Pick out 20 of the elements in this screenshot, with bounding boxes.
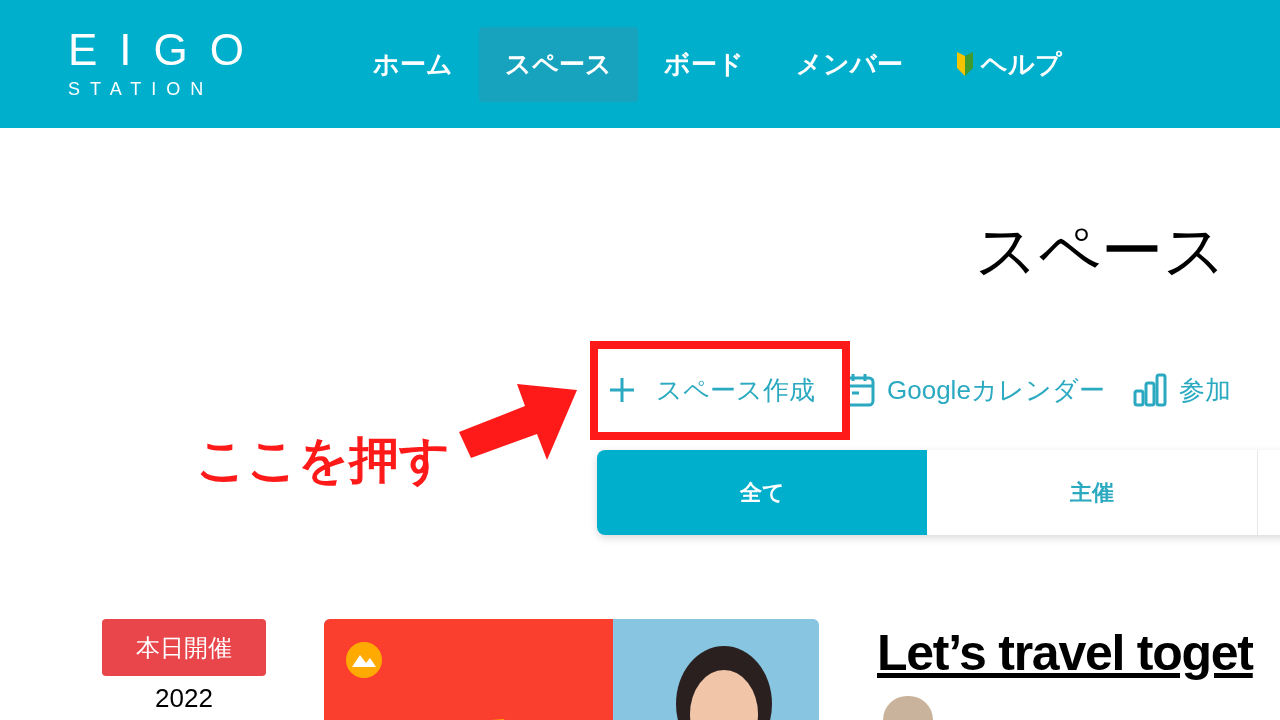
stats-link[interactable]: 参加	[1132, 370, 1231, 410]
filter-tab[interactable]: 主催	[927, 450, 1257, 535]
calendar-link[interactable]: Googleカレンダー	[843, 370, 1105, 410]
nav-tab[interactable]: スペース	[479, 26, 638, 102]
create-space-link[interactable]: スペース作成	[608, 370, 815, 410]
beginner-mark-icon	[955, 52, 975, 76]
nav-tab[interactable]: ボード	[638, 26, 770, 102]
nav-tab[interactable]: メンバー	[770, 26, 929, 102]
plus-icon	[608, 376, 636, 404]
event-title-link[interactable]: Let’s travel toget	[877, 623, 1253, 683]
annotation-text: ここを押す	[196, 429, 450, 491]
event-year: 2022	[155, 684, 213, 712]
logo[interactable]: EIGO STATION	[68, 28, 268, 100]
nav-tab[interactable]: ヘルプ	[929, 26, 1088, 102]
bar-chart-icon	[1132, 373, 1167, 407]
today-badge: 本日開催	[102, 619, 266, 676]
nav-tab[interactable]: ホーム	[347, 26, 479, 102]
filter-tab[interactable]: 全て	[597, 450, 927, 535]
avatar	[883, 696, 933, 720]
page-title: スペース	[974, 215, 1227, 282]
